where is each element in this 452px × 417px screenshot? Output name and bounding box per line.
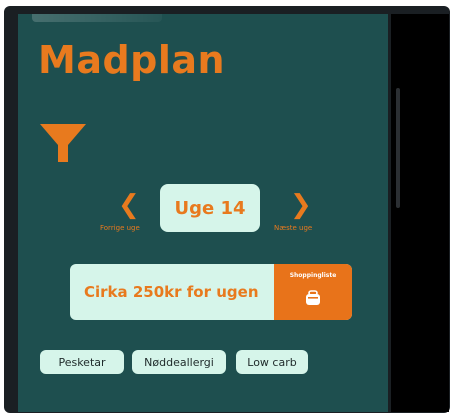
- device-bezel: [391, 14, 449, 412]
- chevron-left-icon[interactable]: ❮: [118, 192, 140, 218]
- page-title: Madplan: [38, 38, 226, 82]
- app-screen: Madplan ❮ Forrige uge Uge 14 ❯ Næste uge…: [18, 14, 388, 412]
- tag-pesketar[interactable]: Pesketar: [40, 350, 124, 374]
- next-week-label[interactable]: Næste uge: [274, 224, 312, 232]
- previous-week-label[interactable]: Forrige uge: [100, 224, 140, 232]
- shopping-basket-icon: [306, 290, 320, 305]
- budget-card: Cirka 250kr for ugen Shoppingliste: [70, 264, 352, 320]
- shopping-list-label: Shoppingliste: [289, 272, 337, 279]
- status-bar: [32, 14, 162, 22]
- chevron-right-icon[interactable]: ❯: [290, 192, 312, 218]
- filter-icon[interactable]: [38, 118, 88, 168]
- current-week-chip: Uge 14: [160, 184, 260, 232]
- tag-noddeallergi[interactable]: Nøddeallergi: [132, 350, 226, 374]
- shopping-list-button[interactable]: Shoppingliste: [274, 264, 352, 320]
- tag-low-carb[interactable]: Low carb: [236, 350, 308, 374]
- budget-estimate: Cirka 250kr for ugen: [84, 283, 259, 301]
- screenshot-frame: Madplan ❮ Forrige uge Uge 14 ❯ Næste uge…: [0, 0, 452, 417]
- device-side-button: [396, 88, 400, 208]
